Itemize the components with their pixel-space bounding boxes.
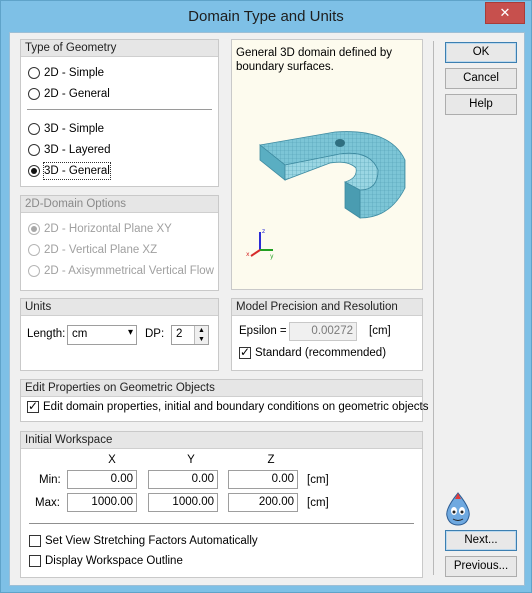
type-of-geometry-header: Type of Geometry (21, 40, 218, 57)
standard-label: Standard (recommended) (255, 347, 387, 359)
axis-y-label: y (270, 253, 274, 260)
max-y-field[interactable]: 1000.00 (148, 493, 218, 512)
initial-workspace-header: Initial Workspace (21, 432, 422, 449)
outline-label: Display Workspace Outline (45, 555, 183, 567)
radio-2d-vertical-plane-button[interactable] (28, 244, 40, 256)
2d-domain-options-header: 2D-Domain Options (21, 196, 218, 213)
radio-3d-simple-button[interactable] (28, 123, 40, 135)
radio-3d-general-label: 3D - General (43, 162, 111, 180)
2d-domain-options-group: 2D-Domain Options 2D - Horizontal Plane … (20, 195, 219, 291)
spinner-down-icon[interactable]: ▼ (194, 335, 208, 344)
axis-triad-icon: z y x (246, 228, 274, 260)
initial-workspace-group: Initial Workspace X Y Z Min: 0.00 0.00 0… (20, 431, 423, 578)
standard-checkbox[interactable] (239, 345, 251, 359)
radio-3d-layered-button[interactable] (28, 144, 40, 156)
axis-x-label: x (246, 251, 250, 258)
epsilon-label: Epsilon = (239, 325, 287, 337)
ok-button[interactable]: OK (445, 42, 517, 63)
help-button[interactable]: Help (445, 94, 517, 115)
model-precision-group: Model Precision and Resolution Epsilon =… (231, 298, 423, 371)
radio-2d-axisymmetrical-label: 2D - Axisymmetrical Vertical Flow (44, 265, 214, 277)
3d-domain-model-image (259, 131, 406, 219)
radio-2d-simple[interactable]: 2D - Simple (28, 65, 104, 81)
column-x-header: X (108, 454, 116, 466)
radio-2d-horizontal-plane[interactable]: 2D - Horizontal Plane XY (28, 221, 172, 237)
max-unit-label: [cm] (307, 497, 329, 509)
close-button[interactable]: ✕ (485, 2, 525, 24)
outline-checkbox-row[interactable]: Display Workspace Outline (29, 555, 183, 567)
radio-3d-general[interactable]: 3D - General (28, 162, 111, 180)
edit-properties-group: Edit Properties on Geometric Objects Edi… (20, 379, 428, 422)
radio-2d-vertical-plane[interactable]: 2D - Vertical Plane XZ (28, 242, 157, 258)
min-label: Min: (39, 474, 61, 486)
dialog-title: Domain Type and Units (188, 8, 344, 25)
geometry-preview-panel: General 3D domain defined by boundary su… (231, 39, 423, 290)
radio-2d-simple-label: 2D - Simple (44, 67, 105, 79)
radio-2d-horizontal-plane-button[interactable] (28, 223, 40, 235)
radio-3d-simple[interactable]: 3D - Simple (28, 121, 104, 137)
workspace-separator (29, 523, 414, 524)
min-unit-label: [cm] (307, 474, 329, 486)
geometry-separator (27, 109, 212, 110)
units-group: Units Length: cm ▾ DP: 2 ▲ ▼ (20, 298, 219, 371)
assistant-drop-icon (446, 492, 470, 526)
min-z-field[interactable]: 0.00 (228, 470, 298, 489)
epsilon-unit: [cm] (369, 325, 391, 337)
model-precision-header: Model Precision and Resolution (232, 299, 422, 316)
radio-2d-general[interactable]: 2D - General (28, 86, 110, 102)
next-button[interactable]: Next... (445, 530, 517, 551)
type-of-geometry-group: Type of Geometry 2D - Simple 2D - Genera… (20, 39, 219, 187)
edit-properties-checkbox[interactable] (27, 399, 39, 413)
dialog-client-area: Type of Geometry 2D - Simple 2D - Genera… (9, 32, 525, 586)
max-x-field[interactable]: 1000.00 (67, 493, 137, 512)
edit-properties-label: Edit domain properties, initial and boun… (43, 401, 429, 413)
outline-checkbox[interactable] (29, 555, 41, 567)
column-z-header: Z (267, 454, 275, 466)
max-label: Max: (35, 497, 60, 509)
epsilon-field[interactable]: 0.00272 (289, 322, 357, 341)
dp-label: DP: (145, 328, 165, 340)
length-unit-select[interactable]: cm ▾ (67, 325, 137, 345)
radio-3d-simple-label: 3D - Simple (44, 123, 105, 135)
standard-checkbox-row[interactable]: Standard (recommended) (239, 345, 387, 359)
max-z-field[interactable]: 200.00 (228, 493, 298, 512)
min-x-field[interactable]: 0.00 (67, 470, 137, 489)
vertical-separator (433, 41, 434, 575)
radio-2d-simple-button[interactable] (28, 67, 40, 79)
cancel-button[interactable]: Cancel (445, 68, 517, 89)
radio-2d-vertical-plane-label: 2D - Vertical Plane XZ (44, 244, 158, 256)
stretch-checkbox-row[interactable]: Set View Stretching Factors Automaticall… (29, 535, 258, 547)
radio-2d-horizontal-plane-label: 2D - Horizontal Plane XY (44, 223, 172, 235)
edit-properties-header: Edit Properties on Geometric Objects (21, 380, 422, 397)
previous-button[interactable]: Previous... (445, 556, 517, 577)
radio-2d-general-label: 2D - General (44, 88, 110, 100)
dp-spinner[interactable]: 2 ▲ ▼ (171, 325, 209, 345)
radio-2d-general-button[interactable] (28, 88, 40, 100)
stretch-label: Set View Stretching Factors Automaticall… (45, 535, 258, 547)
radio-2d-axisymmetrical-button[interactable] (28, 265, 40, 277)
dialog-window: Domain Type and Units ✕ Type of Geometry… (0, 0, 532, 593)
radio-2d-axisymmetrical[interactable]: 2D - Axisymmetrical Vertical Flow (28, 263, 214, 279)
min-y-field[interactable]: 0.00 (148, 470, 218, 489)
length-unit-value: cm (72, 328, 88, 340)
radio-3d-general-button[interactable] (28, 165, 40, 177)
radio-3d-layered-label: 3D - Layered (44, 144, 111, 156)
length-label: Length: (27, 328, 66, 340)
chevron-down-icon: ▾ (127, 327, 133, 338)
radio-3d-layered[interactable]: 3D - Layered (28, 142, 110, 158)
title-bar[interactable]: Domain Type and Units ✕ (1, 1, 531, 32)
geometry-description: General 3D domain defined by boundary su… (236, 47, 392, 73)
dp-value: 2 (176, 328, 183, 340)
edit-properties-checkbox-row[interactable]: Edit domain properties, initial and boun… (27, 399, 429, 413)
units-header: Units (21, 299, 218, 316)
column-y-header: Y (187, 454, 195, 466)
axis-z-label: z (262, 228, 265, 235)
stretch-checkbox[interactable] (29, 535, 41, 547)
